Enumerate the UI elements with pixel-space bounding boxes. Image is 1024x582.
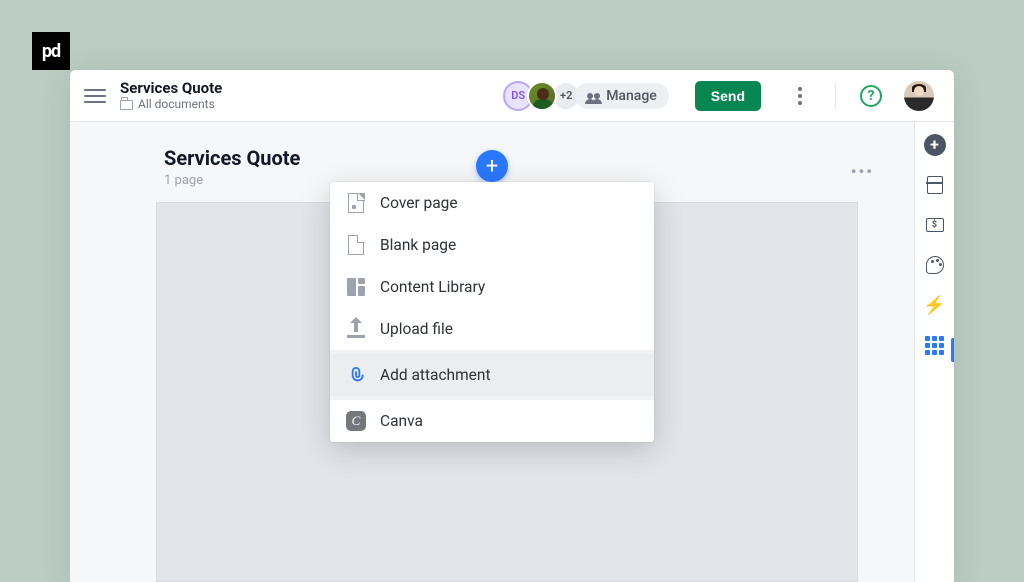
send-button[interactable]: Send — [695, 81, 761, 111]
breadcrumb-label: All documents — [138, 98, 215, 111]
plus-icon: + — [486, 154, 498, 179]
kebab-icon — [798, 87, 802, 105]
tool-theme[interactable] — [924, 254, 946, 276]
page-more-button[interactable]: ••• — [851, 162, 874, 181]
menu-label: Content Library — [380, 278, 485, 296]
right-tool-rail: + $ ⚡ — [914, 122, 954, 582]
add-page-button[interactable]: + — [476, 150, 508, 182]
tool-content-box[interactable]: $ — [924, 214, 946, 236]
content-library-icon — [346, 277, 366, 297]
current-user-avatar[interactable] — [904, 81, 934, 111]
tool-automation[interactable]: ⚡ — [924, 294, 946, 316]
document-title-block: Services Quote All documents — [120, 80, 222, 112]
canva-icon: C — [346, 411, 366, 431]
menu-label: Cover page — [380, 194, 458, 212]
menu-item-canva[interactable]: C Canva — [330, 400, 654, 442]
tool-panel[interactable] — [924, 174, 946, 196]
body: Services Quote 1 page + ••• Cover page — [70, 122, 954, 582]
apps-grid-icon — [925, 336, 944, 355]
menu-label: Upload file — [380, 320, 453, 338]
editor-area: Services Quote 1 page + ••• Cover page — [70, 122, 914, 582]
menu-item-add-attachment[interactable]: Add attachment — [330, 354, 654, 396]
manage-button[interactable]: Manage — [575, 83, 669, 109]
menu-label: Canva — [380, 412, 423, 430]
menu-icon[interactable] — [84, 85, 106, 107]
divider — [835, 83, 836, 109]
help-icon: ? — [860, 85, 882, 107]
menu-item-blank-page[interactable]: Blank page — [330, 224, 654, 266]
apps-active-indicator — [951, 338, 954, 362]
menu-item-content-library[interactable]: Content Library — [330, 266, 654, 308]
add-menu: Cover page Blank page Content Library — [330, 182, 654, 442]
cover-page-icon — [346, 193, 366, 213]
help-button[interactable]: ? — [856, 81, 886, 111]
app-window: Services Quote All documents DS +2 Manag… — [70, 70, 954, 582]
tool-apps[interactable] — [924, 334, 946, 356]
attachment-icon — [346, 365, 366, 385]
upload-icon — [346, 319, 366, 339]
menu-item-upload-file[interactable]: Upload file — [330, 308, 654, 350]
blank-page-icon — [346, 235, 366, 255]
brand-badge: pd — [32, 32, 70, 70]
kebab-menu-button[interactable] — [785, 81, 815, 111]
content-box-icon: $ — [926, 218, 944, 232]
manage-label: Manage — [606, 88, 657, 104]
page-title: Services Quote — [164, 146, 914, 170]
panel-icon — [927, 176, 943, 194]
bolt-icon: ⚡ — [923, 295, 945, 316]
folder-icon — [120, 100, 133, 110]
document-title: Services Quote — [120, 80, 222, 97]
avatar-photo[interactable] — [527, 81, 557, 111]
collaborators: DS +2 Manage — [503, 81, 669, 111]
people-icon — [587, 93, 600, 99]
tool-add[interactable]: + — [924, 134, 946, 156]
menu-label: Add attachment — [380, 366, 491, 384]
palette-icon — [926, 256, 944, 274]
menu-label: Blank page — [380, 236, 456, 254]
breadcrumb[interactable]: All documents — [120, 98, 222, 111]
menu-item-cover-page[interactable]: Cover page — [330, 182, 654, 224]
topbar: Services Quote All documents DS +2 Manag… — [70, 70, 954, 122]
